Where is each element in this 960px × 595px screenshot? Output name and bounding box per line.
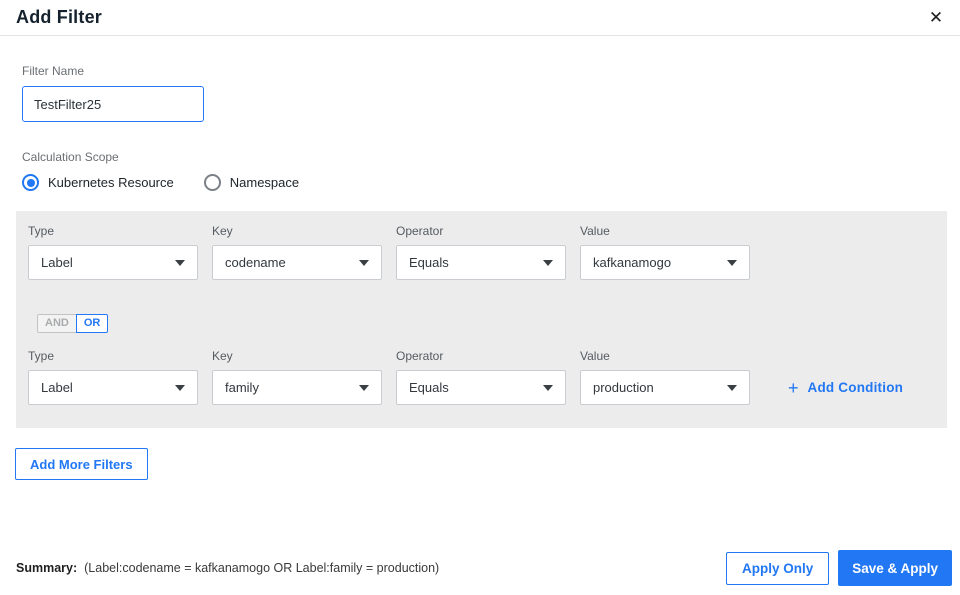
chevron-down-icon — [175, 384, 185, 391]
footer-buttons: Apply Only Save & Apply — [725, 550, 952, 586]
value-label: Value — [580, 349, 610, 363]
chevron-down-icon — [359, 384, 369, 391]
add-filter-dialog: Add Filter ✕ Filter Name Calculation Sco… — [0, 0, 960, 595]
type-label: Type — [28, 349, 55, 363]
chevron-down-icon — [359, 259, 369, 266]
save-and-apply-button[interactable]: Save & Apply — [838, 550, 952, 586]
chevron-down-icon — [543, 259, 553, 266]
condition1-operator-field: Operator Equals — [396, 224, 566, 280]
calculation-scope-options: Kubernetes Resource Namespace — [22, 174, 960, 191]
value-dropdown[interactable]: production — [580, 370, 750, 405]
condition1-type-field: Type Label — [28, 224, 198, 280]
radio-namespace[interactable]: Namespace — [203, 174, 300, 191]
or-toggle-button[interactable]: OR — [75, 314, 109, 333]
key-label: Key — [212, 224, 233, 238]
summary-text: (Label:codename = kafkanamogo OR Label:f… — [84, 561, 440, 575]
key-label: Key — [212, 349, 233, 363]
filter-summary: Summary: (Label:codename = kafkanamogo OR… — [16, 561, 439, 575]
radio-selected-icon — [22, 174, 39, 191]
plus-icon: + — [788, 377, 799, 398]
dropdown-value: codename — [225, 255, 286, 270]
type-dropdown[interactable]: Label — [28, 245, 198, 280]
summary-label: Summary: — [16, 561, 78, 575]
condition2-key-field: Key family — [212, 349, 382, 405]
operator-label: Operator — [396, 224, 444, 238]
operator-label: Operator — [396, 349, 444, 363]
condition2-type-field: Type Label — [28, 349, 198, 405]
add-condition-label: Add Condition — [807, 380, 904, 395]
value-label: Value — [580, 224, 610, 238]
type-label: Type — [28, 224, 55, 238]
dropdown-value: Equals — [409, 255, 449, 270]
dropdown-value: Equals — [409, 380, 449, 395]
operator-dropdown[interactable]: Equals — [396, 245, 566, 280]
operator-dropdown[interactable]: Equals — [396, 370, 566, 405]
dialog-body: Filter Name Calculation Scope Kubernetes… — [0, 64, 960, 480]
page-title: Add Filter — [16, 7, 102, 27]
type-dropdown[interactable]: Label — [28, 370, 198, 405]
radio-unselected-icon — [203, 174, 221, 191]
value-dropdown[interactable]: kafkanamogo — [580, 245, 750, 280]
chevron-down-icon — [175, 259, 185, 266]
chevron-down-icon — [727, 259, 737, 266]
and-toggle-button[interactable]: AND — [37, 314, 77, 333]
chevron-down-icon — [543, 384, 553, 391]
close-icon[interactable]: ✕ — [924, 6, 948, 30]
filter-name-input[interactable] — [22, 86, 204, 122]
condition2-operator-field: Operator Equals — [396, 349, 566, 405]
condition1-key-field: Key codename — [212, 224, 382, 280]
add-more-filters-button[interactable]: Add More Filters — [15, 448, 148, 480]
dropdown-value: kafkanamogo — [593, 255, 672, 270]
radio-label: Kubernetes Resource — [48, 175, 174, 190]
chevron-down-icon — [727, 384, 737, 391]
add-condition-button[interactable]: + Add Condition — [788, 370, 903, 405]
dropdown-value: family — [225, 380, 259, 395]
dialog-header: Add Filter ✕ — [0, 0, 960, 36]
condition-row-1: Type Label Key codename Operator Equals … — [28, 224, 935, 280]
dialog-footer: Summary: (Label:codename = kafkanamogo OR… — [0, 547, 960, 595]
dropdown-value: production — [593, 380, 654, 395]
dropdown-value: Label — [41, 380, 73, 395]
condition-row-2: Type Label Key family Operator Equals Va… — [28, 349, 935, 405]
key-dropdown[interactable]: codename — [212, 245, 382, 280]
condition2-value-field: Value production — [580, 349, 750, 405]
dropdown-value: Label — [41, 255, 73, 270]
key-dropdown[interactable]: family — [212, 370, 382, 405]
logic-toggle: AND OR — [37, 314, 109, 333]
filter-name-label: Filter Name — [22, 64, 85, 78]
calculation-scope-label: Calculation Scope — [22, 150, 119, 164]
conditions-panel: Type Label Key codename Operator Equals … — [16, 211, 947, 428]
radio-label: Namespace — [229, 175, 300, 190]
condition1-value-field: Value kafkanamogo — [580, 224, 750, 280]
radio-kubernetes-resource[interactable]: Kubernetes Resource — [22, 174, 174, 191]
apply-only-button[interactable]: Apply Only — [725, 551, 830, 585]
